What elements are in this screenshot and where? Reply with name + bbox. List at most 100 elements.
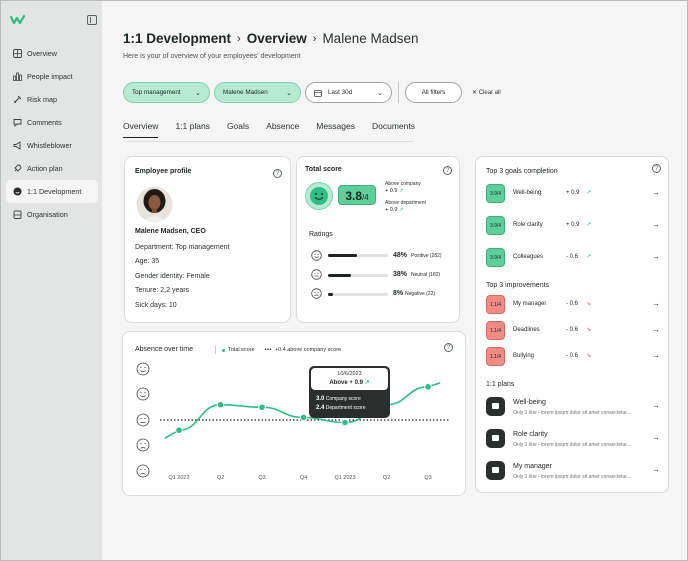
above-company-label: Above company xyxy=(385,181,421,187)
arrow-right-icon[interactable]: → xyxy=(652,401,660,410)
smile-score-icon xyxy=(305,182,333,210)
sidebar-item-label: Overview xyxy=(27,49,57,58)
sidebar-item-action-plan[interactable]: Action plan xyxy=(6,157,98,180)
arrow-right-icon[interactable]: → xyxy=(652,220,660,229)
row-value: - 0.6 xyxy=(566,353,579,359)
score-out-of: /4 xyxy=(362,193,369,202)
ratings-title: Ratings xyxy=(309,231,333,238)
score-badge: 3.8 /4 xyxy=(338,185,376,205)
x-tick-label: Q1 2022 xyxy=(168,475,189,481)
data-point-3 xyxy=(299,413,308,422)
absence-chart: Q1 2022 Q2 Q3 Q4 Q1 2023 Q2 Q3 xyxy=(136,362,449,481)
clear-all-label: Clear all xyxy=(478,90,501,96)
arrow-right-icon[interactable]: → xyxy=(652,252,660,261)
plan-icon xyxy=(486,397,505,416)
close-icon: ✕ xyxy=(472,90,479,96)
row-label: Bullying xyxy=(513,353,535,359)
all-filters-label: All filters xyxy=(421,89,446,96)
clear-all-button[interactable]: ✕ Clear all xyxy=(472,89,501,96)
period-filter[interactable]: Last 30d ⌄ xyxy=(305,82,392,103)
arrow-right-icon[interactable]: → xyxy=(652,433,660,442)
arrow-right-icon[interactable]: → xyxy=(652,325,660,334)
chevron-down-icon: ⌄ xyxy=(286,89,292,97)
arrow-right-icon[interactable]: → xyxy=(652,299,660,308)
help-icon[interactable]: ? xyxy=(652,164,661,173)
tab-overview[interactable]: Overview xyxy=(123,121,159,138)
sidebar-item-label: Action plan xyxy=(27,164,63,173)
above-company-value-text: + 0.9 xyxy=(385,188,398,194)
data-point-4 xyxy=(341,418,349,427)
sidebar-item-1-1-development[interactable]: 1:1 Development xyxy=(6,180,98,203)
plan-title: Well-being xyxy=(513,399,546,406)
tooltip-headline-text: Above + 0.9 xyxy=(329,380,363,386)
face-axis-icon xyxy=(136,362,150,376)
above-company-value: + 0.9 ↗ xyxy=(385,188,404,194)
tab-goals[interactable]: Goals xyxy=(227,121,249,138)
improvements-title: Top 3 improvements xyxy=(486,282,550,289)
sidebar-item-organisation[interactable]: Organisation xyxy=(6,203,98,226)
rating-bar-negative xyxy=(328,293,388,296)
tab-1-1-plans[interactable]: 1:1 plans xyxy=(175,121,210,138)
tooltip-department-row: 2.4 Department score xyxy=(316,405,365,411)
help-icon[interactable]: ? xyxy=(443,166,452,175)
row-value: - 0.6 xyxy=(566,254,579,260)
tooltip-company-value: 3.0 xyxy=(316,396,325,402)
rocket-icon xyxy=(13,164,22,173)
sidebar-item-whistleblower[interactable]: Whistleblower xyxy=(6,134,98,157)
tooltip-header: 10/6/2023 Above + 0.9 ↗ xyxy=(311,368,388,390)
sidebar-nav: Overview People impact Risk map Comments… xyxy=(6,42,98,226)
x-tick-label: Q3 xyxy=(258,475,265,481)
score-badge-text: 3.9/4 xyxy=(489,254,502,261)
department-filter[interactable]: Top management ⌄ xyxy=(123,82,210,103)
above-department-label: Above department xyxy=(385,200,426,206)
tab-messages[interactable]: Messages xyxy=(316,121,355,138)
all-filters-button[interactable]: All filters xyxy=(405,82,462,103)
employee-department: Department: Top management xyxy=(135,244,230,251)
sidebar-item-people-impact[interactable]: People impact xyxy=(6,65,98,88)
trend-up-icon: ↗ xyxy=(586,222,592,228)
arrow-right-icon[interactable]: → xyxy=(652,465,660,474)
row-label: Role clarity xyxy=(513,222,543,228)
employee-filter[interactable]: Malene Madsen ⌄ xyxy=(214,82,301,103)
row-label: Deadlines xyxy=(513,327,540,333)
trend-up-icon: ↗ xyxy=(364,380,370,386)
arrow-right-icon[interactable]: → xyxy=(652,351,660,360)
neutral-face-icon xyxy=(311,269,322,280)
score-badge: 3.9/4 xyxy=(486,184,505,203)
trend-down-icon: ↘ xyxy=(586,301,592,307)
sidebar-item-comments[interactable]: Comments xyxy=(6,111,98,134)
plan-title: Role clarity xyxy=(513,431,548,438)
employee-age: Age: 35 xyxy=(135,258,160,265)
tab-absence[interactable]: Absence xyxy=(266,121,299,138)
grid-icon xyxy=(13,49,22,58)
bar-chart-icon xyxy=(13,72,22,81)
score-badge-text: 1.1/4 xyxy=(489,353,502,360)
breadcrumb: 1:1 Development › Overview › Malene Mads… xyxy=(123,31,419,46)
tooltip-department-label: Department score xyxy=(325,405,366,411)
row-value: + 0.9 xyxy=(566,190,580,196)
tab-bar: Overview 1:1 plans Goals Absence Message… xyxy=(123,121,432,138)
x-tick-label: Q2 xyxy=(217,475,224,481)
divider xyxy=(398,82,399,103)
filter-bar: Top management ⌄ Malene Madsen ⌄ Last 30… xyxy=(123,82,501,103)
collapse-sidebar-icon[interactable] xyxy=(87,15,97,25)
tab-documents[interactable]: Documents xyxy=(372,121,415,138)
help-icon[interactable]: ? xyxy=(273,169,282,178)
arrow-right-icon[interactable]: → xyxy=(652,188,660,197)
breadcrumb-1-1-development[interactable]: 1:1 Development xyxy=(123,31,231,46)
rating-pct: 38% xyxy=(393,271,408,278)
card-title: Top 3 goals completion xyxy=(486,168,558,175)
sidebar-item-risk-map[interactable]: Risk map xyxy=(6,88,98,111)
tooltip-department-value: 2.4 xyxy=(316,405,325,411)
data-point-6 xyxy=(424,383,432,391)
chart-tooltip: 10/6/2023 Above + 0.9 ↗ 3.0 Company scor… xyxy=(309,366,390,418)
score-badge: 1.1/4 xyxy=(486,321,505,340)
row-label: My manager xyxy=(513,301,547,307)
breadcrumb-overview[interactable]: Overview xyxy=(247,31,307,46)
sidebar-item-overview[interactable]: Overview xyxy=(6,42,98,65)
sidebar: Overview People impact Risk map Comments… xyxy=(1,1,102,560)
face-axis-icon xyxy=(136,438,150,452)
sidebar-item-label: 1:1 Development xyxy=(27,187,82,196)
rating-bar-fill xyxy=(328,274,351,277)
row-value: + 0.9 xyxy=(566,222,580,228)
